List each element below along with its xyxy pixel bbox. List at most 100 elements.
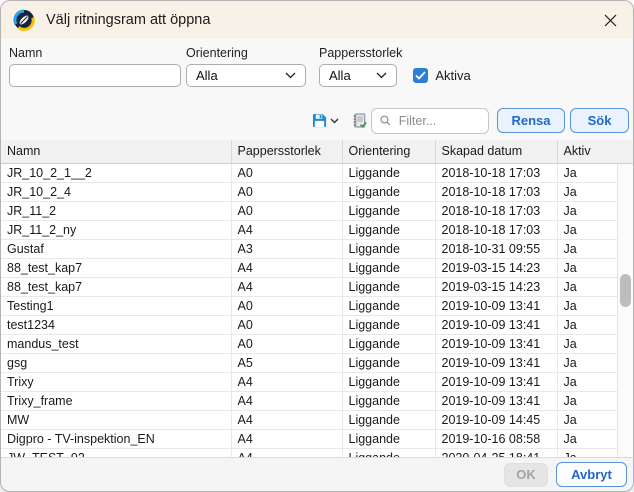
table-row[interactable]: JR_11_2_nyA4Liggande2018-10-18 17:03Ja — [1, 220, 617, 239]
table-row[interactable]: 88_test_kap7A4Liggande2019-03-15 14:23Ja — [1, 277, 617, 296]
table-row[interactable]: JW_TEST_92A4Liggande2020-04-25 18:41Ja — [1, 448, 617, 457]
table-cell: Ja — [557, 182, 617, 201]
table-cell: 2019-10-09 13:41 — [435, 334, 557, 353]
table-cell: Liggande — [342, 296, 435, 315]
table-cell: A4 — [231, 258, 342, 277]
table-cell: Testing1 — [1, 296, 231, 315]
report-icon — [351, 112, 368, 129]
table-cell: A0 — [231, 182, 342, 201]
table-body: JR_10_2_1__2A0Liggande2018-10-18 17:03Ja… — [1, 163, 617, 457]
paper-size-select[interactable]: Alla — [319, 64, 397, 87]
results-table-container: NamnPappersstorlekOrienteringSkapad datu… — [1, 140, 633, 457]
report-button[interactable] — [351, 112, 368, 129]
table-row[interactable]: 88_test_kap7A4Liggande2019-03-15 14:23Ja — [1, 258, 617, 277]
table-cell: A4 — [231, 429, 342, 448]
table-row[interactable]: Trixy_frameA4Liggande2019-10-09 13:41Ja — [1, 391, 617, 410]
table-row[interactable]: JR_10_2_1__2A0Liggande2018-10-18 17:03Ja — [1, 163, 617, 182]
filter-input[interactable] — [397, 113, 480, 129]
dialog-valj-ritningsram: Välj ritningsram att öppna Namn Orienter… — [0, 0, 634, 492]
table-cell: Trixy — [1, 372, 231, 391]
table-cell: Ja — [557, 220, 617, 239]
table-cell: 2019-10-09 13:41 — [435, 372, 557, 391]
chevron-down-icon — [330, 118, 339, 124]
table-cell: A3 — [231, 239, 342, 258]
table-row[interactable]: gsgA5Liggande2019-10-09 13:41Ja — [1, 353, 617, 372]
table-cell: Liggande — [342, 239, 435, 258]
table-cell: 2019-10-09 13:41 — [435, 296, 557, 315]
chevron-down-icon — [285, 72, 296, 79]
table-cell: 2019-10-09 14:45 — [435, 410, 557, 429]
table-cell: Ja — [557, 315, 617, 334]
table-cell: Trixy_frame — [1, 391, 231, 410]
table-row[interactable]: JR_10_2_4A0Liggande2018-10-18 17:03Ja — [1, 182, 617, 201]
table-cell: Ja — [557, 410, 617, 429]
table-cell: Liggande — [342, 334, 435, 353]
clear-button[interactable]: Rensa — [497, 108, 565, 133]
table-cell: Liggande — [342, 429, 435, 448]
table-row[interactable]: JR_11_2A0Liggande2018-10-18 17:03Ja — [1, 201, 617, 220]
table-cell: Ja — [557, 448, 617, 457]
table-cell: MW — [1, 410, 231, 429]
table-row[interactable]: MWA4Liggande2019-10-09 14:45Ja — [1, 410, 617, 429]
header-extension — [617, 140, 633, 164]
table-row[interactable]: mandus_testA0Liggande2019-10-09 13:41Ja — [1, 334, 617, 353]
table-cell: 2019-10-16 08:58 — [435, 429, 557, 448]
column-header-orientering[interactable]: Orientering — [342, 140, 435, 163]
save-icon — [312, 113, 327, 128]
orientation-value: Alla — [196, 68, 218, 83]
table-cell: A4 — [231, 220, 342, 239]
table-cell: A5 — [231, 353, 342, 372]
table-cell: A0 — [231, 296, 342, 315]
active-checkbox[interactable] — [413, 68, 428, 83]
column-header-namn[interactable]: Namn — [1, 140, 231, 163]
table-cell: Liggande — [342, 410, 435, 429]
ok-button[interactable]: OK — [504, 463, 548, 487]
paper-filter-group: Pappersstorlek Alla — [319, 46, 402, 87]
scrollbar-thumb[interactable] — [620, 274, 631, 307]
column-header-skapad-datum[interactable]: Skapad datum — [435, 140, 557, 163]
close-icon[interactable] — [602, 12, 618, 28]
table-cell: Liggande — [342, 163, 435, 182]
magnifier-icon — [380, 114, 391, 127]
orientation-filter-group: Orientering Alla — [186, 46, 306, 87]
search-button[interactable]: Sök — [570, 108, 629, 133]
cancel-button[interactable]: Avbryt — [556, 462, 627, 487]
table-cell: A4 — [231, 448, 342, 457]
table-cell: A4 — [231, 391, 342, 410]
table-cell: 2018-10-18 17:03 — [435, 220, 557, 239]
table-cell: Liggande — [342, 353, 435, 372]
table-cell: JR_11_2_ny — [1, 220, 231, 239]
table-row[interactable]: Testing1A0Liggande2019-10-09 13:41Ja — [1, 296, 617, 315]
name-input[interactable] — [9, 64, 181, 87]
table-row[interactable]: Digpro - TV-inspektion_ENA4Liggande2019-… — [1, 429, 617, 448]
table-cell: 2019-10-09 13:41 — [435, 353, 557, 372]
column-header-aktiv[interactable]: Aktiv — [557, 140, 617, 163]
column-header-pappersstorlek[interactable]: Pappersstorlek — [231, 140, 342, 163]
table-cell: 2018-10-18 17:03 — [435, 182, 557, 201]
table-cell: JR_10_2_1__2 — [1, 163, 231, 182]
table-cell: gsg — [1, 353, 231, 372]
table-cell: test1234 — [1, 315, 231, 334]
table-row[interactable]: test1234A0Liggande2019-10-09 13:41Ja — [1, 315, 617, 334]
app-logo-icon — [13, 9, 35, 31]
table-header-row: NamnPappersstorlekOrienteringSkapad datu… — [1, 140, 617, 163]
table-row[interactable]: GustafA3Liggande2018-10-31 09:55Ja — [1, 239, 617, 258]
table-cell: 2018-10-31 09:55 — [435, 239, 557, 258]
save-menu-button[interactable] — [312, 113, 339, 128]
table-row[interactable]: TrixyA4Liggande2019-10-09 13:41Ja — [1, 372, 617, 391]
table-cell: JR_10_2_4 — [1, 182, 231, 201]
table-cell: Liggande — [342, 201, 435, 220]
name-label: Namn — [9, 46, 181, 60]
filter-form: Namn Orientering Alla Pappersstorlek All… — [1, 39, 633, 87]
table-cell: 2019-03-15 14:23 — [435, 277, 557, 296]
table-cell: Ja — [557, 163, 617, 182]
table-cell: 2018-10-18 17:03 — [435, 163, 557, 182]
table-cell: A4 — [231, 410, 342, 429]
name-filter-group: Namn — [9, 46, 181, 87]
table-cell: Liggande — [342, 220, 435, 239]
check-icon — [415, 71, 426, 80]
vertical-scrollbar[interactable] — [617, 164, 633, 457]
table-cell: 2018-10-18 17:03 — [435, 201, 557, 220]
orientation-select[interactable]: Alla — [186, 64, 306, 87]
chevron-down-icon — [376, 72, 387, 79]
